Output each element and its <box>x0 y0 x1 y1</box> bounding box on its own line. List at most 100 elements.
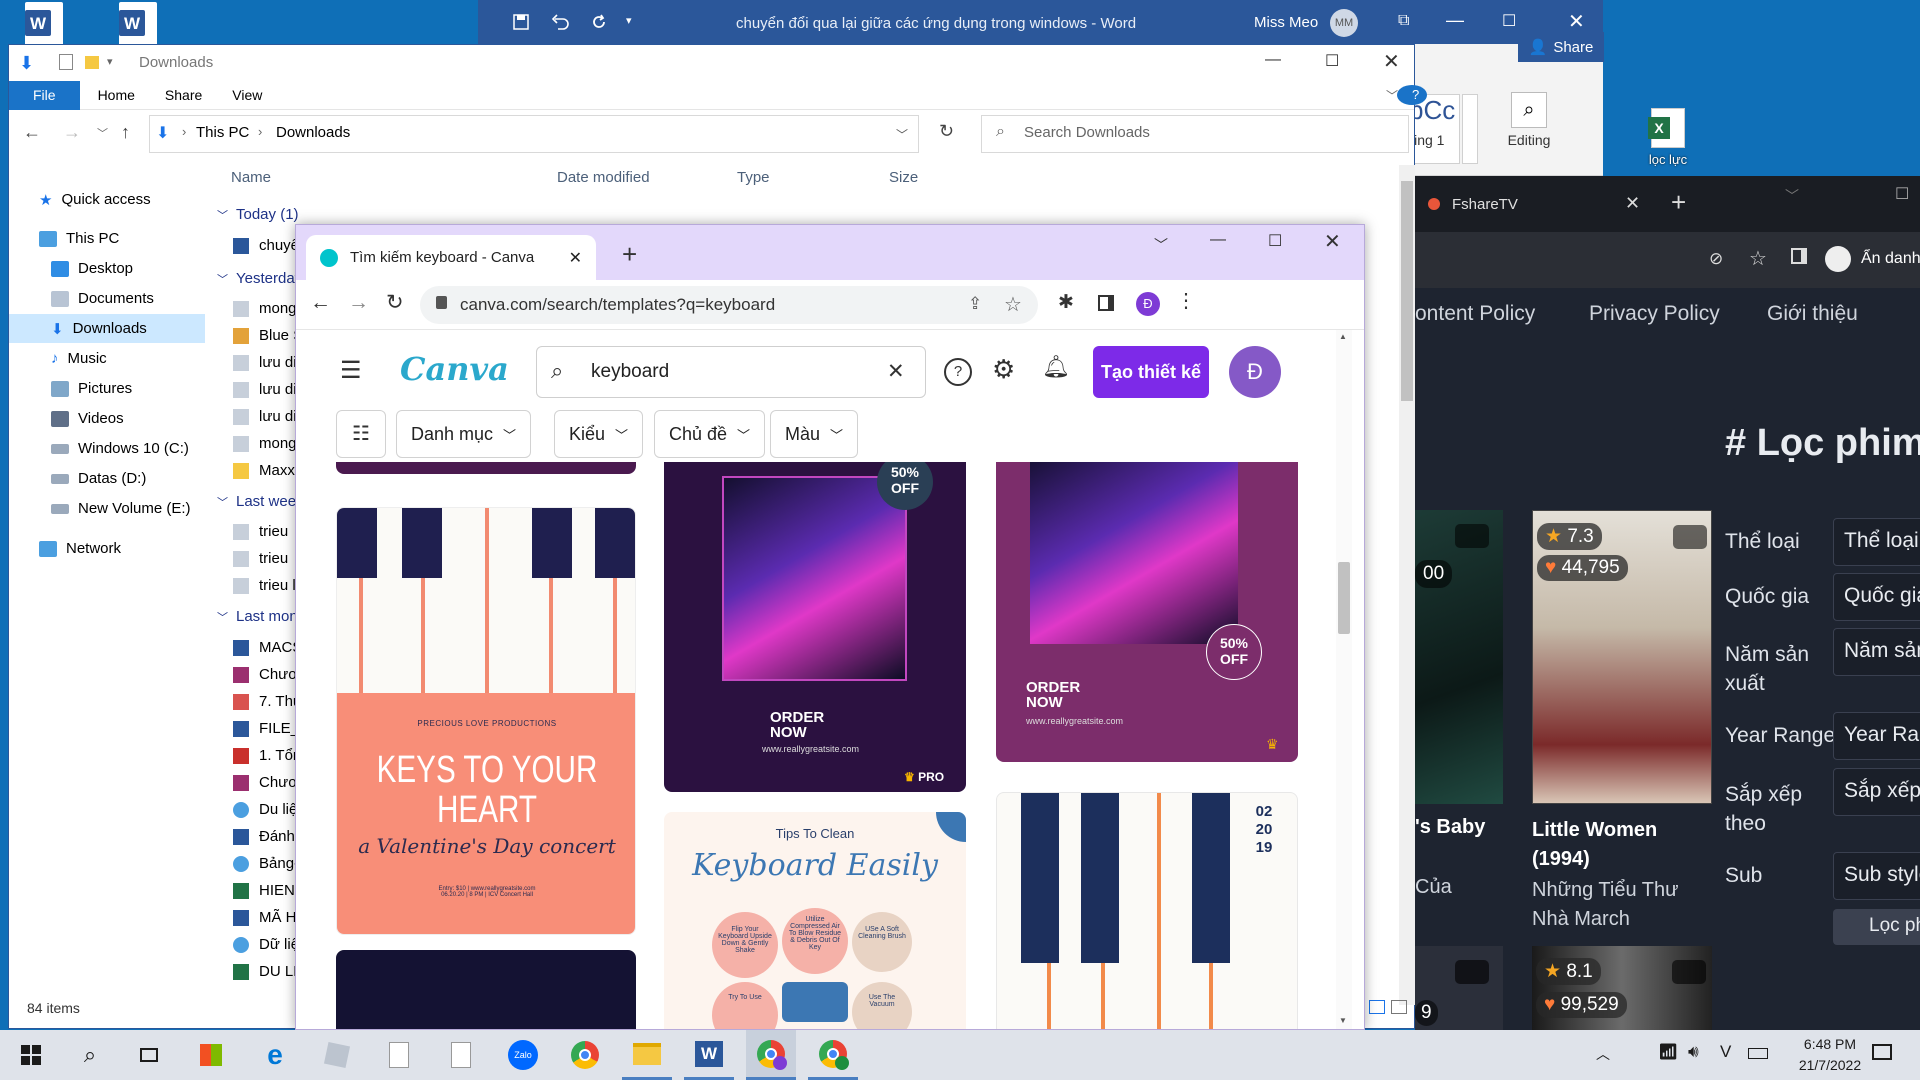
side-panel-icon[interactable] <box>1098 295 1114 311</box>
canva-browser-tab[interactable]: Tìm kiếm keyboard - Canva ✕ <box>306 235 596 280</box>
reload-icon[interactable]: ↻ <box>386 290 404 315</box>
quick-access-dropdown[interactable]: ▾ <box>626 14 632 27</box>
canva-close-button[interactable]: ✕ <box>1324 229 1341 254</box>
save-icon[interactable] <box>512 13 530 31</box>
notification-bell-icon[interactable]: 🔔︎ <box>1042 354 1070 380</box>
nav-network[interactable]: Network <box>9 534 205 563</box>
clear-search-icon[interactable]: ✕ <box>887 359 905 384</box>
address-dropdown-icon[interactable]: ﹀ <box>896 126 908 143</box>
nav-documents[interactable]: Documents <box>9 284 205 313</box>
omnibox[interactable]: canva.com/search/templates?q=keyboard ⇪ … <box>420 286 1038 324</box>
taskbar-edge[interactable]: e <box>250 1030 300 1080</box>
file-row[interactable]: MÃ H <box>233 909 303 926</box>
vertical-scrollbar[interactable] <box>1399 165 1415 1005</box>
movie-poster-partial[interactable]: 00 <box>1415 510 1503 804</box>
word-share-button[interactable]: 👤 Share <box>1518 32 1604 62</box>
file-row[interactable]: lưu di <box>233 354 303 371</box>
explorer-minimize-button[interactable]: — <box>1265 51 1281 69</box>
column-header-date[interactable]: Date modified <box>557 169 650 186</box>
tab-file[interactable]: File <box>9 80 80 110</box>
filter-select-sort[interactable]: Sắp xếp t <box>1833 768 1920 816</box>
file-row[interactable]: mong <box>233 435 303 452</box>
battery-icon[interactable] <box>1748 1048 1768 1059</box>
filter-settings-icon[interactable]: ☷ <box>336 410 386 458</box>
task-view-button[interactable] <box>124 1030 174 1080</box>
filter-select-sub[interactable]: Sub style <box>1833 852 1920 900</box>
share-page-icon[interactable]: ⇪ <box>968 294 982 314</box>
search-box[interactable]: ⌕ Search Downloads <box>981 115 1409 153</box>
eye-off-icon[interactable]: ⊘ <box>1709 249 1723 269</box>
file-row[interactable]: lưu di <box>233 408 303 425</box>
taskbar-chrome-profile-h[interactable] <box>808 1030 858 1080</box>
taskbar-notepad-1[interactable] <box>374 1030 424 1080</box>
tab-share[interactable]: Share <box>150 87 217 103</box>
taskbar-notepad-2[interactable] <box>436 1030 486 1080</box>
explorer-close-button[interactable]: ✕ <box>1383 49 1400 74</box>
group-today[interactable]: ﹀ Today (1) <box>217 206 299 223</box>
extensions-icon[interactable]: ✱ <box>1058 291 1074 314</box>
template-card-keys-to-your-heart[interactable]: PRECIOUS LOVE PRODUCTIONS KEYS TO YOUR H… <box>336 507 636 935</box>
back-arrow-icon[interactable]: ← <box>310 291 331 315</box>
nav-drive-c[interactable]: Windows 10 (C:) <box>9 434 205 463</box>
help-icon[interactable]: ? <box>944 358 972 386</box>
large-icons-view-icon[interactable] <box>1391 1000 1407 1014</box>
undo-icon[interactable] <box>550 13 570 31</box>
taskbar-word[interactable]: W <box>684 1030 734 1080</box>
new-folder-icon[interactable] <box>85 56 99 69</box>
chrome-menu-icon[interactable]: ⋮ <box>1176 288 1196 313</box>
nav-quick-access[interactable]: ★ Quick access <box>9 185 205 214</box>
taskbar-file-explorer[interactable] <box>622 1030 672 1080</box>
nav-privacy-policy[interactable]: Privacy Policy <box>1589 302 1720 326</box>
filter-select-year-range[interactable]: Year Range <box>1833 712 1920 760</box>
fshare-tab-title[interactable]: FshareTV <box>1452 196 1518 213</box>
nav-drive-d[interactable]: Datas (D:) <box>9 464 205 493</box>
styles-scroll[interactable] <box>1462 94 1478 164</box>
up-arrow-icon[interactable]: ↑ <box>121 122 130 143</box>
nav-this-pc[interactable]: This PC <box>9 224 205 253</box>
clock-time[interactable]: 6:48 PM <box>1780 1036 1880 1052</box>
file-row[interactable]: Blue S <box>233 327 303 344</box>
file-row[interactable]: Chươn <box>233 774 303 791</box>
show-hidden-icons-icon[interactable]: ︿ <box>1596 1044 1610 1064</box>
nav-content-policy[interactable]: ontent Policy <box>1415 302 1535 326</box>
address-bar[interactable]: ⬇ › This PC › Downloads ﹀ <box>149 115 919 153</box>
notification-center-icon[interactable] <box>1872 1044 1892 1060</box>
file-row[interactable]: trieu <box>233 523 303 540</box>
search-button[interactable]: ⌕ <box>65 1030 115 1080</box>
canva-logo[interactable]: Canva <box>400 350 509 388</box>
file-row[interactable]: DU LI <box>233 963 303 980</box>
scrollbar-thumb[interactable] <box>1401 181 1413 401</box>
column-header-name[interactable]: Name <box>231 169 271 186</box>
nav-drive-e[interactable]: New Volume (E:) <box>9 494 205 523</box>
editing-button[interactable]: ⌕ Editing <box>1498 92 1560 148</box>
word-user-avatar[interactable]: MM <box>1330 9 1358 37</box>
movie-poster-little-women[interactable]: ★ 7.3 ♥ 44,795 <box>1532 510 1712 804</box>
desktop-word-file-icon-2[interactable]: W <box>108 2 168 46</box>
bookmark-star-icon[interactable]: ☆ <box>1004 292 1022 317</box>
create-design-button[interactable]: Tạo thiết kế <box>1093 346 1209 398</box>
nav-pictures[interactable]: Pictures <box>9 374 205 403</box>
breadcrumb-downloads[interactable]: Downloads <box>276 124 350 141</box>
movie1-title[interactable]: Little Women (1994) <box>1532 816 1712 874</box>
file-row[interactable]: Chươn <box>233 666 303 683</box>
breadcrumb-this-pc[interactable]: This PC <box>196 124 249 141</box>
filter-select-country[interactable]: Quốc gia <box>1833 573 1920 621</box>
hamburger-menu-icon[interactable]: ☰ <box>340 356 362 385</box>
nav-videos[interactable]: Videos <box>9 404 205 433</box>
template-card-tips-to-clean[interactable]: Tips To Clean Keyboard Easily Flip Your … <box>664 812 966 1029</box>
template-card-partial-bottom[interactable] <box>336 950 636 1029</box>
help-icon[interactable]: ? <box>1397 85 1427 105</box>
file-row[interactable]: 1. Tổn <box>233 747 303 764</box>
template-card-order-now-2[interactable]: 50% OFF ORDER NOW www.reallygreatsite.co… <box>996 462 1298 762</box>
file-row[interactable]: Đánh <box>233 828 303 845</box>
word-maximize-button[interactable]: ☐ <box>1502 11 1516 31</box>
vpn-icon[interactable]: V <box>1720 1042 1731 1062</box>
filter-theme[interactable]: Chủ đề ﹀ <box>654 410 766 458</box>
taskbar-store[interactable] <box>186 1030 236 1080</box>
nav-about[interactable]: Giới thiệu <box>1767 302 1858 326</box>
template-card-partial-top[interactable] <box>336 462 636 474</box>
group-yesterday[interactable]: ﹀ Yesterday <box>217 270 302 287</box>
movie0-title[interactable]: 's Baby <box>1415 816 1485 839</box>
tab-search-icon[interactable]: ﹀ <box>1154 235 1168 255</box>
template-card-order-now-1[interactable]: 50% OFF ORDER NOW www.reallygreatsite.co… <box>664 462 966 792</box>
